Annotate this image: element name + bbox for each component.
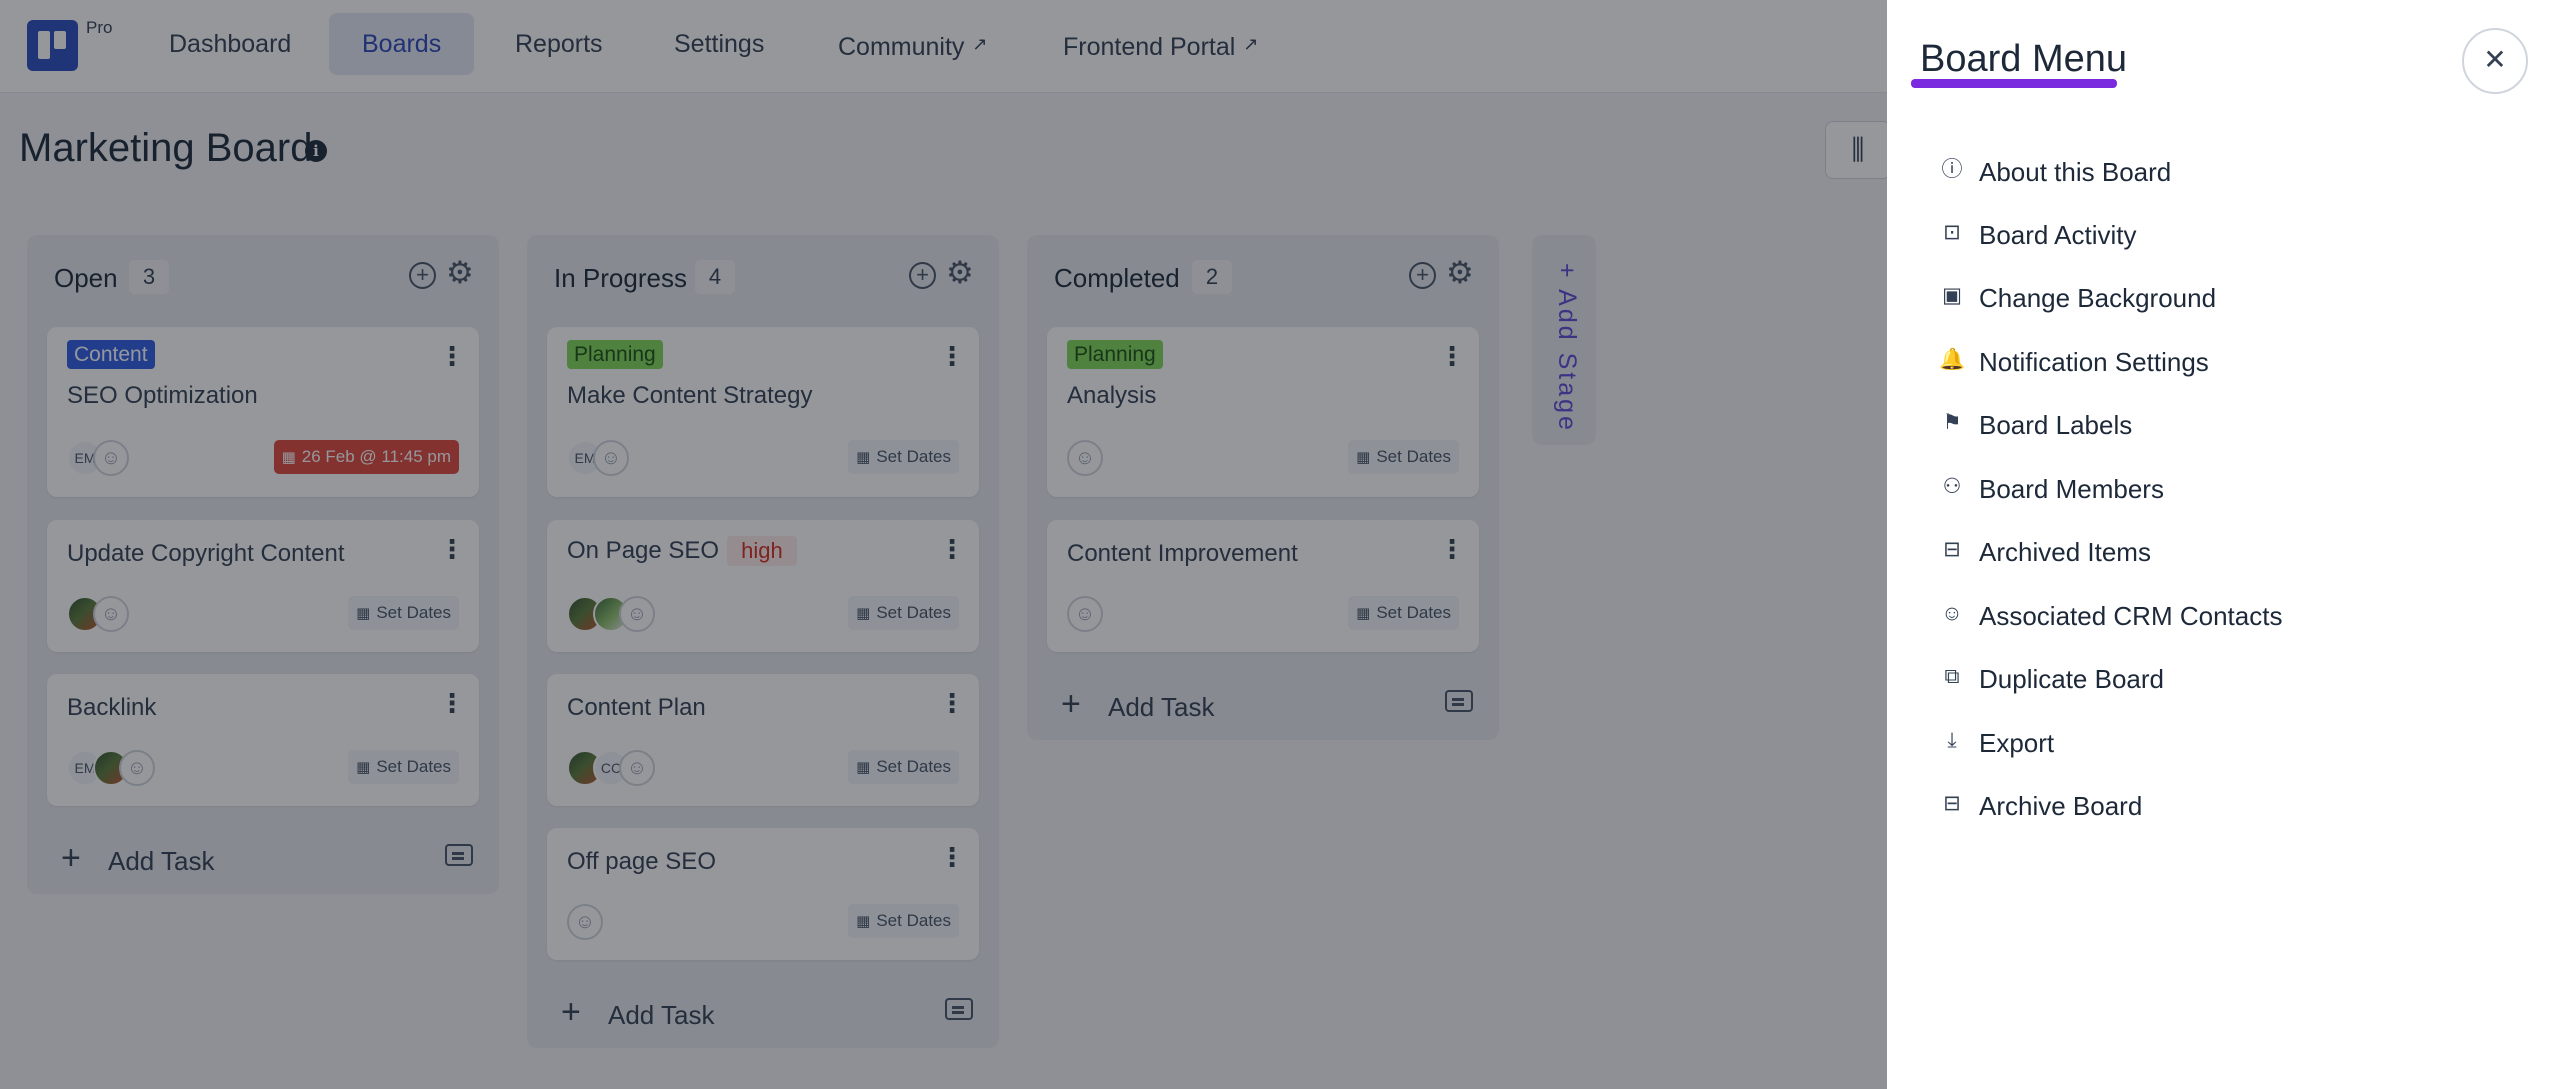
flag-icon: ⚑ <box>1942 411 1962 434</box>
menu-item-archive-board[interactable]: ⊟ Archive Board <box>1939 783 2499 827</box>
menu-item-board-members[interactable]: ⚇ Board Members <box>1939 466 2499 510</box>
activity-icon: ⊡ <box>1943 221 1961 244</box>
menu-item-notification-settings[interactable]: 🔔 Notification Settings <box>1939 339 2499 383</box>
info-icon: ⓘ <box>1941 158 1963 181</box>
menu-item-export[interactable]: ⤓ Export <box>1939 720 2499 764</box>
contact-icon: ☺ <box>1941 602 1963 625</box>
close-button[interactable]: ✕ <box>2462 28 2528 94</box>
archive-icon: ⊟ <box>1943 792 1961 815</box>
download-icon: ⤓ <box>1947 729 1957 752</box>
bell-icon: 🔔 <box>1939 348 1966 371</box>
users-icon: ⚇ <box>1942 475 1962 498</box>
image-icon: ▣ <box>1942 284 1962 307</box>
menu-item-board-labels[interactable]: ⚑ Board Labels <box>1939 402 2499 446</box>
drawer-title: Board Menu <box>1920 38 2128 80</box>
copy-icon: ⧉ <box>1944 665 1960 688</box>
archive-box-icon: ⊟ <box>1943 538 1961 561</box>
board-menu-drawer: Board Menu ✕ ⓘ About this Board ⊡ Board … <box>1887 0 2560 1089</box>
menu-item-board-activity[interactable]: ⊡ Board Activity <box>1939 212 2499 256</box>
menu-item-crm-contacts[interactable]: ☺ Associated CRM Contacts <box>1939 593 2499 637</box>
close-icon: ✕ <box>2483 44 2507 75</box>
menu-item-archived-items[interactable]: ⊟ Archived Items <box>1939 529 2499 573</box>
menu-item-duplicate-board[interactable]: ⧉ Duplicate Board <box>1939 656 2499 700</box>
modal-backdrop[interactable] <box>0 0 1887 1089</box>
menu-item-change-background[interactable]: ▣ Change Background <box>1939 275 2499 319</box>
menu-item-about-board[interactable]: ⓘ About this Board <box>1939 149 2499 193</box>
title-underline <box>1911 79 2117 88</box>
